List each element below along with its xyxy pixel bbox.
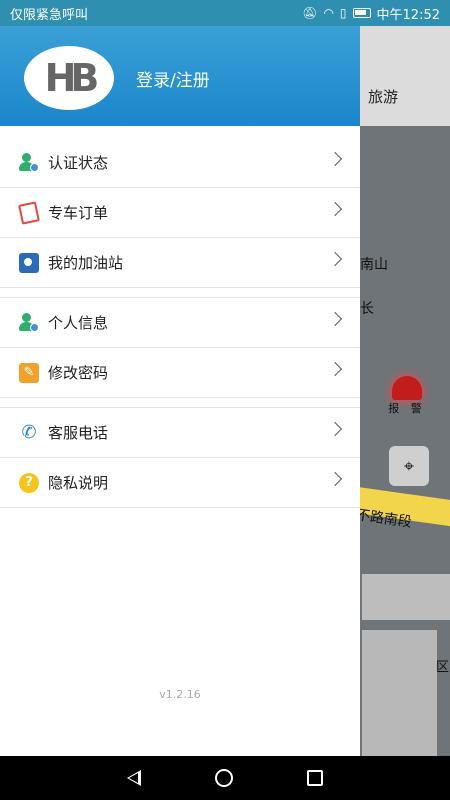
menu-item-label: 我的加油站 <box>48 254 124 272</box>
sim-alert-icon: ▯ <box>339 6 347 20</box>
siren-icon <box>392 376 422 400</box>
menu-item-label: 专车订单 <box>48 204 109 222</box>
menu-item-verify-status[interactable]: 认证状态 <box>0 138 360 188</box>
map-panel <box>362 630 437 756</box>
menu-item-label: 认证状态 <box>48 154 109 172</box>
drawer-header: HB 登录/注册 <box>0 26 360 126</box>
status-icons: 🔕︎ ◠ ▯ 中午12:52 <box>302 4 440 23</box>
system-nav-bar <box>0 756 450 800</box>
status-bar: 仅限紧急呼叫 🔕︎ ◠ ▯ 中午12:52 <box>0 0 450 26</box>
tab-tourism[interactable]: 旅游 <box>368 86 398 107</box>
login-register-link[interactable]: 登录/注册 <box>136 66 210 91</box>
edit-password-icon: ✎ <box>18 362 40 384</box>
chevron-right-icon <box>327 311 343 327</box>
menu-item-privacy[interactable]: ? 隐私说明 <box>0 458 360 508</box>
menu-item-customer-service[interactable]: ✆ 客服电话 <box>0 408 360 458</box>
order-icon <box>18 200 40 225</box>
chevron-right-icon <box>327 201 343 217</box>
menu-item-personal-info[interactable]: 个人信息 <box>0 298 360 348</box>
section-divider <box>0 398 360 408</box>
home-icon[interactable] <box>215 769 233 787</box>
app-logo: HB <box>24 46 114 110</box>
menu-item-change-password[interactable]: ✎ 修改密码 <box>0 348 360 398</box>
menu-item-my-gas-station[interactable]: 我的加油站 <box>0 238 360 288</box>
locate-button[interactable]: ⌖ <box>389 446 429 486</box>
wifi-icon: ◠ <box>323 6 334 20</box>
alarm-label: 报 警 <box>388 402 426 415</box>
chevron-right-icon <box>327 471 343 487</box>
crosshair-icon: ⌖ <box>403 455 415 477</box>
logo-mark: HB <box>44 56 100 100</box>
recent-apps-icon[interactable] <box>307 770 323 786</box>
mute-icon: 🔕︎ <box>302 6 318 20</box>
drawer-menu: 认证状态 专车订单 我的加油站 个人信息 ✎ 修改密码 ✆ 客服电话 ? 隐私说… <box>0 138 360 508</box>
carrier-text: 仅限紧急呼叫 <box>10 7 89 23</box>
chevron-right-icon <box>327 251 343 267</box>
status-time: 中午12:52 <box>376 7 440 23</box>
gas-station-icon <box>18 252 40 274</box>
person-info-icon <box>18 312 40 334</box>
menu-item-label: 客服电话 <box>48 424 109 442</box>
app-version: v1.2.16 <box>159 688 201 701</box>
alarm-button[interactable]: 报 警 <box>384 376 430 422</box>
place-label: 长 <box>360 301 374 317</box>
help-icon: ? <box>18 472 40 494</box>
place-label: 南山 <box>360 257 388 273</box>
menu-item-car-orders[interactable]: 专车订单 <box>0 188 360 238</box>
place-label: 区 <box>436 660 450 675</box>
menu-item-label: 个人信息 <box>48 314 109 332</box>
map-panel <box>362 574 450 620</box>
menu-item-label: 隐私说明 <box>48 474 109 492</box>
verify-person-icon <box>18 152 40 174</box>
menu-item-label: 修改密码 <box>48 364 109 382</box>
section-divider <box>0 288 360 298</box>
chevron-right-icon <box>327 361 343 377</box>
phone-icon: ✆ <box>21 422 37 443</box>
chevron-right-icon <box>327 151 343 167</box>
side-drawer: HB 登录/注册 认证状态 专车订单 我的加油站 个人信息 ✎ 修改密码 ✆ 客… <box>0 26 360 756</box>
back-icon[interactable] <box>127 770 141 786</box>
battery-icon <box>352 8 371 18</box>
chevron-right-icon <box>327 421 343 437</box>
map-top-bar <box>360 26 450 126</box>
